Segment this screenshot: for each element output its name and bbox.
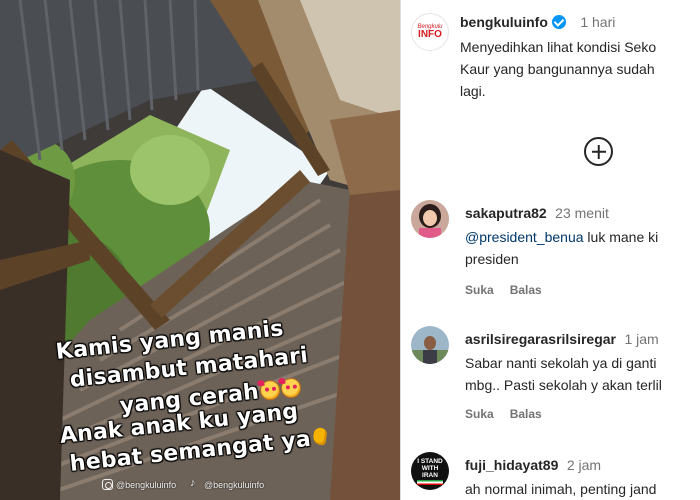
post-caption: Menyedihkan lihat kondisi Seko Kaur yang… [460,39,657,99]
iran-flag-icon [417,479,443,485]
reply-button[interactable]: Balas [510,283,542,297]
tiktok-icon [190,477,201,490]
comment-time[interactable]: 23 menit [555,205,609,221]
verified-badge-icon [551,15,566,29]
man-photo [411,326,449,364]
flexed-biceps-icon [311,425,331,449]
post-username[interactable]: bengkuluinfo [460,14,548,30]
instagram-icon [102,479,113,490]
child-photo [411,200,449,238]
post-header: bengkuluinfo 1 hari [460,14,615,32]
watermark-instagram: @bengkuluinfo [102,479,176,490]
mention-link[interactable]: @president_benua [465,229,584,245]
comment-1-text: @president_benua luk mane ki presiden [465,229,659,267]
comments-panel: Bengkulu INFO bengkuluinfo 1 hari Menyed… [400,0,700,500]
comment-2-actions: Suka Balas [465,407,542,421]
comment-2-header: asrilsiregarasrilsiregar 1 jam [465,331,700,349]
comment-1-actions: Suka Balas [465,283,542,297]
comment-username[interactable]: asrilsiregarasrilsiregar [465,331,616,347]
like-button[interactable]: Suka [465,407,494,421]
post-media[interactable]: Kamis yang manis disambut matahari yang … [0,0,400,500]
smiling-face-with-hearts-icon [258,379,281,402]
comment-time[interactable]: 1 jam [624,331,658,347]
asrilsiregarasrilsiregar-avatar[interactable] [411,326,449,364]
comment-username[interactable]: sakaputra82 [465,205,547,221]
fuji-hidayat89-avatar[interactable]: I STAND WITH IRAN [411,452,449,490]
watermark-tiktok: @bengkuluinfo [190,477,264,490]
post-time[interactable]: 1 hari [580,14,615,30]
comment-1-header: sakaputra82 23 menit [465,205,700,223]
smiling-face-with-hearts-icon [279,377,302,400]
caption-overlay: Kamis yang manis disambut matahari yang … [0,0,400,500]
reply-button[interactable]: Balas [510,407,542,421]
comment-time[interactable]: 2 jam [567,457,601,473]
comment-username[interactable]: fuji_hidayat89 [465,457,558,473]
comment-3-header: fuji_hidayat89 2 jam [465,457,700,475]
comment-3-text: ah normal inimah, penting jand [465,481,657,497]
bengkuluinfo-avatar[interactable]: Bengkulu INFO [411,13,449,51]
load-more-comments-icon[interactable] [584,137,613,166]
sakaputra82-avatar[interactable] [411,200,449,238]
like-button[interactable]: Suka [465,283,494,297]
comment-2-text: Sabar nanti sekolah ya di ganti mbg.. Pa… [465,355,662,393]
